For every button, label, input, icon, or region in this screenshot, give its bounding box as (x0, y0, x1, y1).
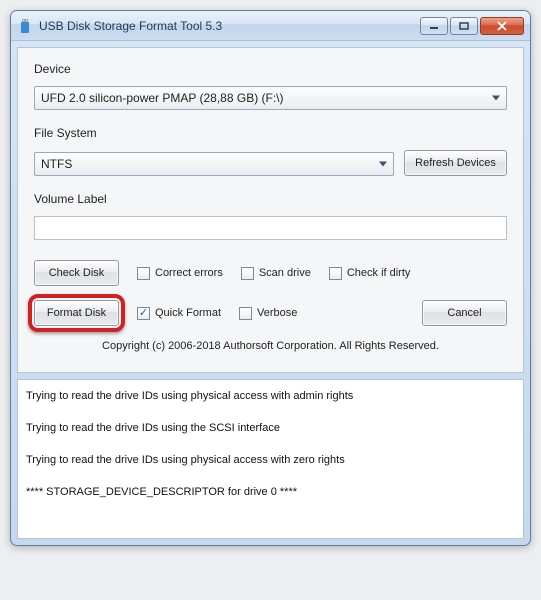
volume-label-input[interactable] (34, 216, 507, 240)
copyright-text: Copyright (c) 2006-2018 Authorsoft Corpo… (34, 340, 507, 352)
titlebar[interactable]: USB Disk Storage Format Tool 5.3 (11, 11, 530, 41)
scan-drive-label: Scan drive (259, 267, 311, 279)
checkbox-icon (239, 307, 252, 320)
device-label: Device (34, 62, 507, 76)
window-controls (420, 17, 524, 35)
log-output[interactable]: Trying to read the drive IDs using physi… (17, 379, 524, 539)
checkbox-icon (329, 267, 342, 280)
filesystem-dropdown[interactable]: NTFS (34, 152, 394, 176)
format-disk-button[interactable]: Format Disk (34, 300, 119, 326)
quick-format-checkbox[interactable]: Quick Format (137, 307, 221, 320)
verbose-label: Verbose (257, 307, 297, 319)
check-disk-button[interactable]: Check Disk (34, 260, 119, 286)
filesystem-selected-value: NTFS (41, 157, 72, 171)
device-dropdown[interactable]: UFD 2.0 silicon-power PMAP (28,88 GB) (F… (34, 86, 507, 110)
window-title: USB Disk Storage Format Tool 5.3 (39, 19, 420, 33)
app-window: USB Disk Storage Format Tool 5.3 Device … (10, 10, 531, 546)
log-line: Trying to read the drive IDs using physi… (26, 454, 515, 466)
usb-icon (17, 18, 33, 34)
check-options-row: Check Disk Correct errors Scan drive Che… (34, 260, 507, 286)
log-line: Trying to read the drive IDs using physi… (26, 390, 515, 402)
cancel-button[interactable]: Cancel (422, 300, 507, 326)
scan-drive-checkbox[interactable]: Scan drive (241, 267, 311, 280)
refresh-devices-button[interactable]: Refresh Devices (404, 150, 507, 176)
log-line: **** STORAGE_DEVICE_DESCRIPTOR for drive… (26, 486, 515, 498)
main-panel: Device UFD 2.0 silicon-power PMAP (28,88… (17, 47, 524, 373)
volume-label-label: Volume Label (34, 192, 507, 206)
chevron-down-icon (379, 162, 387, 167)
filesystem-label: File System (34, 126, 507, 140)
format-disk-highlight: Format Disk (34, 300, 119, 326)
minimize-button[interactable] (420, 17, 448, 35)
check-if-dirty-label: Check if dirty (347, 267, 411, 279)
check-if-dirty-checkbox[interactable]: Check if dirty (329, 267, 411, 280)
quick-format-label: Quick Format (155, 307, 221, 319)
chevron-down-icon (492, 96, 500, 101)
correct-errors-checkbox[interactable]: Correct errors (137, 267, 223, 280)
log-line: Trying to read the drive IDs using the S… (26, 422, 515, 434)
format-options-row: Format Disk Quick Format Verbose Cancel (34, 300, 507, 326)
checkbox-icon (137, 307, 150, 320)
device-selected-value: UFD 2.0 silicon-power PMAP (28,88 GB) (F… (41, 91, 284, 105)
maximize-button[interactable] (450, 17, 478, 35)
verbose-checkbox[interactable]: Verbose (239, 307, 297, 320)
checkbox-icon (241, 267, 254, 280)
checkbox-icon (137, 267, 150, 280)
close-button[interactable] (480, 17, 524, 35)
correct-errors-label: Correct errors (155, 267, 223, 279)
